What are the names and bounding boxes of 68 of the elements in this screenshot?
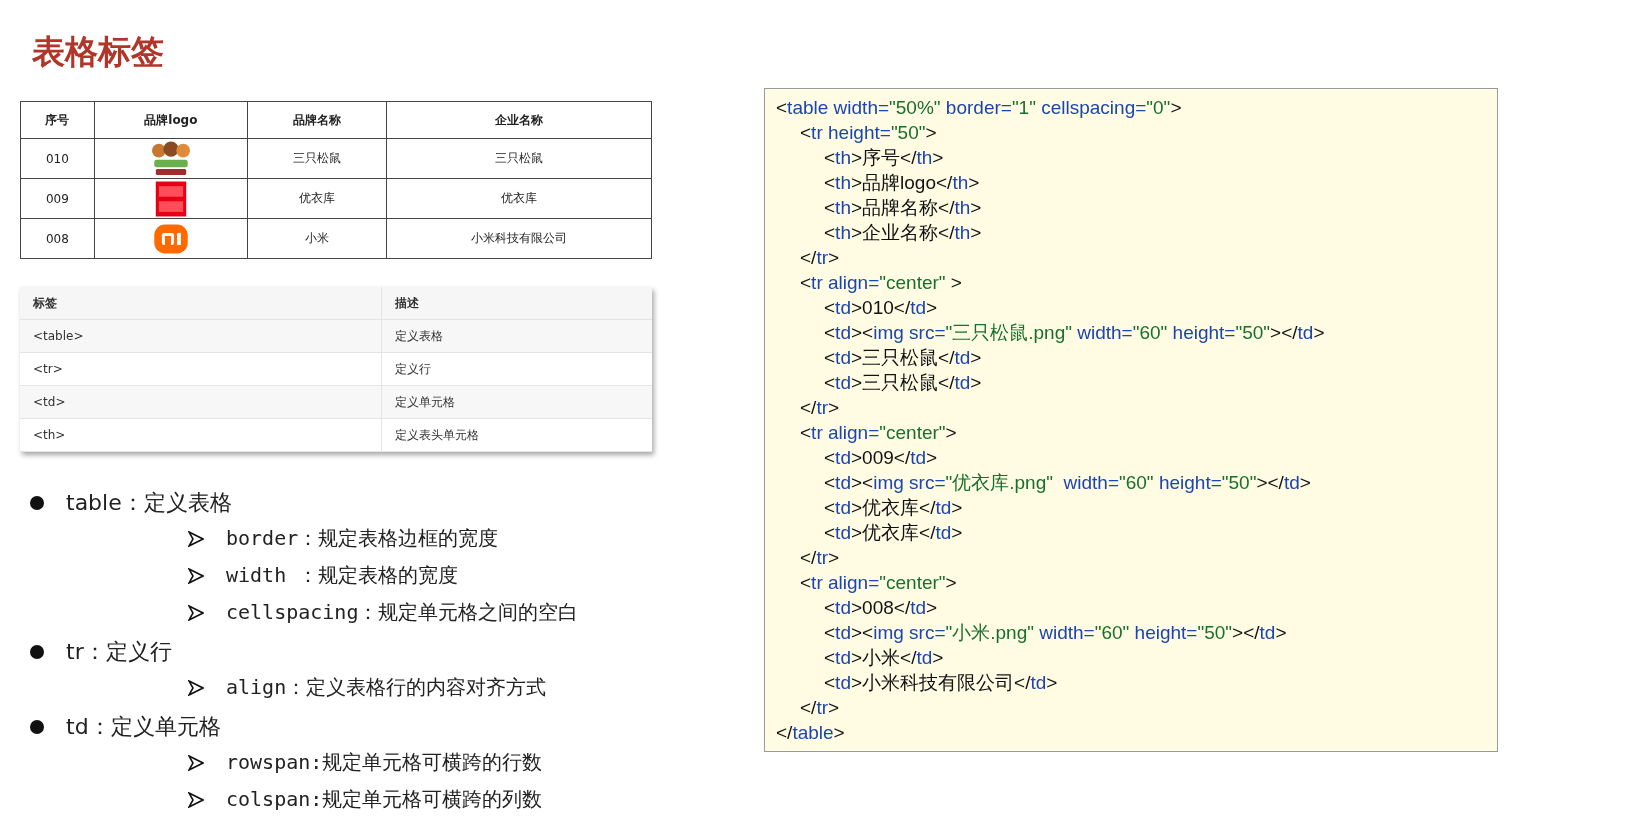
code-line: <tr height="50"> [800, 121, 937, 145]
table-cell: 优衣库 [386, 178, 652, 219]
table-cell: 009 [20, 178, 95, 219]
code-line: <th>企业名称</th> [824, 221, 982, 245]
header-cell: 描述 [381, 287, 652, 320]
bullet-text: border：规定表格边框的宽度 [226, 525, 499, 552]
code-line: <td>010</td> [824, 296, 938, 320]
code-line: <td>三只松鼠</td> [824, 371, 982, 395]
arrow-bullet-icon [188, 754, 204, 771]
arrow-bullet-icon [188, 791, 204, 808]
table-cell: <table> [20, 319, 382, 353]
arrow-bullet-icon [188, 679, 204, 696]
code-line: <td>小米科技有限公司</td> [824, 671, 1058, 695]
bullet-text: table：定义表格 [66, 489, 232, 517]
code-line: <td>008</td> [824, 596, 938, 620]
code-line: <table width="50%" border="1" cellspacing="0"> [776, 96, 1182, 120]
code-line: <td><img src="小米.png" width="60" height="50"></td> [824, 621, 1287, 645]
code-line: <tr align="center"> [800, 571, 957, 595]
header-cell: 企业名称 [386, 101, 652, 139]
bullet-text: width ：规定表格的宽度 [226, 562, 459, 589]
code-line: <tr align="center" > [800, 271, 962, 295]
code-line: </tr> [800, 546, 840, 570]
code-line: </tr> [800, 246, 840, 270]
table-cell: 008 [20, 218, 95, 259]
table-cell: 定义行 [381, 352, 652, 386]
table-cell: <td> [20, 385, 382, 419]
bullet-text: tr：定义行 [66, 638, 172, 666]
table-cell: 三只松鼠 [247, 138, 387, 179]
code-line: <td>009</td> [824, 446, 938, 470]
table-cell: 小米科技有限公司 [386, 218, 652, 259]
code-line: <td>三只松鼠</td> [824, 346, 982, 370]
code-line: <th>品牌名称</th> [824, 196, 982, 220]
table-cell: 定义单元格 [381, 385, 652, 419]
header-cell: 序号 [20, 101, 95, 139]
table-cell: 小米 [247, 218, 387, 259]
bullet-icon [30, 720, 44, 734]
code-line: <tr align="center"> [800, 421, 957, 445]
table-cell: 优衣库 [247, 178, 387, 219]
header-cell: 品牌名称 [247, 101, 387, 139]
code-line: <td><img src="优衣库.png" width="60" height="50"></td> [824, 471, 1311, 495]
bullet-icon [30, 645, 44, 659]
bullet-text: cellspacing：规定单元格之间的空白 [226, 599, 579, 626]
table-cell: <tr> [20, 352, 382, 386]
bullet-text: rowspan:规定单元格可横跨的行数 [226, 749, 543, 776]
bullet-icon [30, 496, 44, 510]
table-cell: 定义表格 [381, 319, 652, 353]
slide-title: 表格标签 [32, 31, 164, 73]
code-line: </tr> [800, 396, 840, 420]
code-line: <td>优衣库</td> [824, 496, 963, 520]
table-cell: 定义表头单元格 [381, 418, 652, 452]
arrow-bullet-icon [188, 567, 204, 584]
code-line: </tr> [800, 696, 840, 720]
table-cell: 三只松鼠 [386, 138, 652, 179]
bullet-text: td：定义单元格 [66, 713, 221, 741]
bullet-text: align：定义表格行的内容对齐方式 [226, 674, 547, 701]
code-line: <th>序号</th> [824, 146, 944, 170]
header-cell: 品牌logo [94, 101, 248, 139]
code-line: <td>小米</td> [824, 646, 944, 670]
code-line: <td>优衣库</td> [824, 521, 963, 545]
bullet-text: colspan:规定单元格可横跨的列数 [226, 786, 543, 813]
code-line: </table> [776, 721, 845, 745]
code-line: <th>品牌logo</th> [824, 171, 980, 195]
code-line: <td><img src="三只松鼠.png" width="60" height="50"></td> [824, 321, 1325, 345]
arrow-bullet-icon [188, 530, 204, 547]
table-cell: <th> [20, 418, 382, 452]
header-cell: 标签 [20, 287, 382, 320]
arrow-bullet-icon [188, 604, 204, 621]
table-cell: 010 [20, 138, 95, 179]
